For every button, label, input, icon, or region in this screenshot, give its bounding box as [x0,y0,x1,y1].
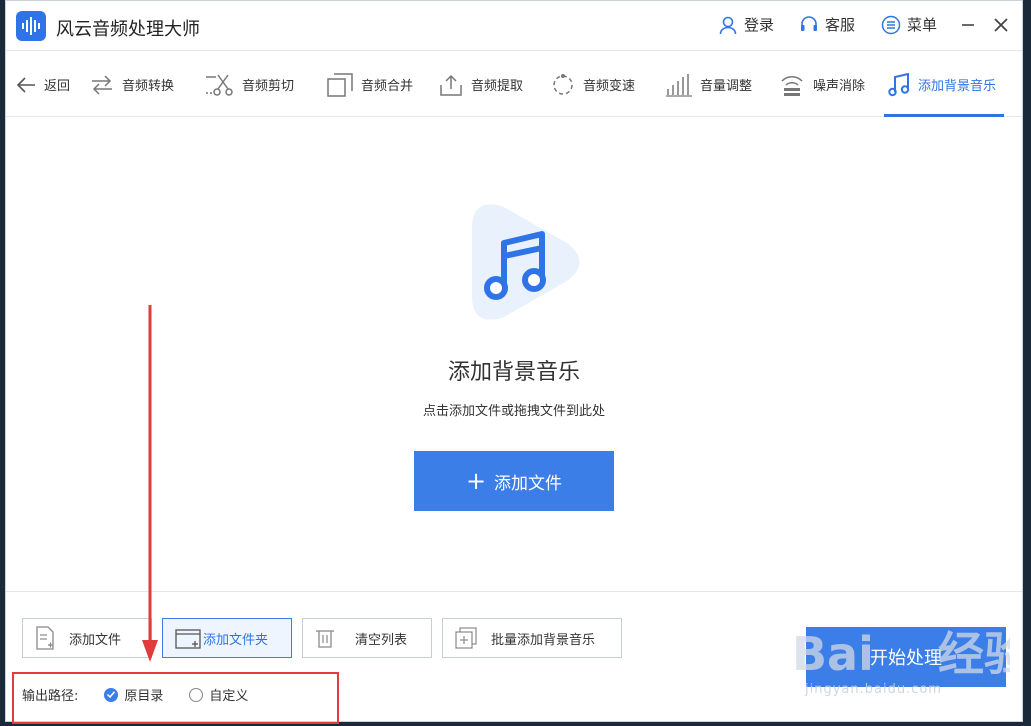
login-button[interactable]: 登录 [718,14,774,35]
tab-label: 音频合并 [361,79,414,94]
tab-label: 音量调整 [700,79,753,94]
batch-add-icon [455,627,477,649]
tab-audio-extract[interactable]: 音频提取 [439,52,523,117]
headset-icon [801,15,817,31]
feature-tab-bar: 返回 音频转换 音频剪切 音频合并 音频提取 音频变速 音量调整 噪声消除 添加… [6,52,1022,117]
file-drop-zone[interactable]: 添加背景音乐 点击添加文件或拖拽文件到此处 + 添加文件 [6,118,1022,591]
add-file-main-label: 添加文件 [494,473,563,494]
add-file-label: 添加文件 [69,632,122,648]
arrow-left-icon [16,76,35,93]
tab-label: 噪声消除 [813,79,866,94]
scissors-icon [206,74,233,96]
menu-label: 菜单 [907,16,938,34]
service-label: 客服 [825,16,856,34]
tab-audio-merge[interactable]: 音频合并 [327,52,413,117]
app-window: 风云音频处理大师 登录 客服 菜单 返回 音频转换 音频剪切 音频合并 音频提取… [5,0,1023,722]
tab-noise-remove[interactable]: 噪声消除 [779,52,865,117]
minimize-button[interactable] [956,13,980,37]
app-logo-icon [16,11,46,41]
tab-label: 音频转换 [122,79,175,94]
clear-list-label: 清空列表 [355,632,408,648]
minimize-icon [962,24,974,26]
tab-audio-speed[interactable]: 音频变速 [551,52,635,117]
music-badge-icon [472,204,580,320]
add-file-icon [36,626,54,650]
tab-label: 音频变速 [583,79,636,94]
add-folder-icon [175,629,201,649]
start-process-label: 开始处理 [870,648,942,669]
add-file-button[interactable]: 添加文件 [22,618,152,658]
batch-add-music-button[interactable]: 批量添加背景音乐 [442,618,622,658]
app-title: 风云音频处理大师 [56,19,200,40]
close-button[interactable] [989,13,1013,37]
menu-button[interactable]: 菜单 [881,14,937,35]
drop-zone-title: 添加背景音乐 [447,360,580,385]
tab-label: 返回 [44,79,71,94]
speed-icon [553,73,573,95]
start-process-button[interactable]: 开始处理 [806,627,1006,687]
add-file-main-button[interactable]: + 添加文件 [414,451,614,511]
tab-label: 音频剪切 [242,79,295,94]
batch-add-label: 批量添加背景音乐 [491,632,596,648]
convert-icon [92,74,112,95]
menu-list-icon [881,15,901,34]
watermark-url: jingyan.baidu.com [805,682,942,697]
back-button[interactable]: 返回 [16,52,70,117]
drop-zone-hint: 点击添加文件或拖拽文件到此处 [422,404,605,419]
user-icon [719,16,737,34]
add-folder-button[interactable]: 添加文件夹 [162,618,292,658]
tab-volume-adjust[interactable]: 音量调整 [666,52,752,117]
annotation-highlight-box [12,672,339,724]
divider [6,591,1022,592]
merge-icon [327,72,353,97]
title-bar: 风云音频处理大师 登录 客服 菜单 [6,1,1022,51]
tab-add-background-music[interactable]: 添加背景音乐 [883,52,1005,117]
music-note-icon [888,72,910,96]
login-label: 登录 [744,16,775,34]
clear-list-button[interactable]: 清空列表 [302,618,432,658]
tab-label: 音频提取 [471,79,524,94]
service-button[interactable]: 客服 [799,14,855,35]
tab-audio-cut[interactable]: 音频剪切 [206,52,294,117]
plus-icon: + [465,467,487,495]
add-folder-label: 添加文件夹 [203,632,269,648]
noise-icon [781,75,803,96]
extract-icon [440,74,462,96]
close-icon [994,18,1008,32]
volume-icon [666,73,692,97]
trash-icon [316,630,334,648]
tab-label: 添加背景音乐 [918,79,997,94]
tab-audio-convert[interactable]: 音频转换 [90,52,174,117]
